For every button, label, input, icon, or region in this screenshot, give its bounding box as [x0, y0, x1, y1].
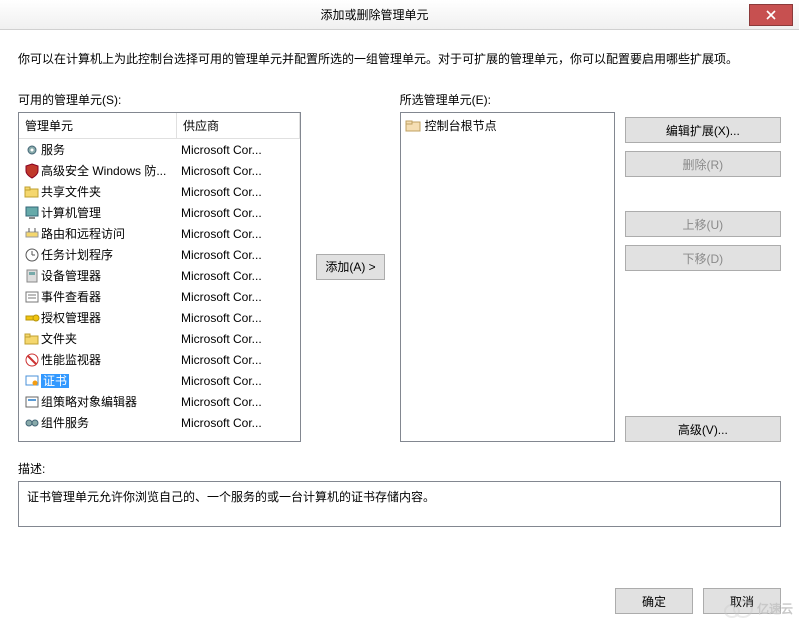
move-down-button: 下移(D)	[625, 245, 781, 271]
cert-icon	[24, 373, 40, 389]
selected-label: 所选管理单元(E):	[400, 91, 615, 108]
snapin-vendor: Microsoft Cor...	[181, 206, 300, 220]
key-icon	[24, 310, 40, 326]
snapin-vendor: Microsoft Cor...	[181, 311, 300, 325]
snapin-row[interactable]: 组件服务 Microsoft Cor...	[19, 412, 300, 433]
add-button[interactable]: 添加(A) >	[316, 254, 384, 280]
cloud-icon	[723, 598, 753, 618]
snapin-row[interactable]: 授权管理器 Microsoft Cor...	[19, 307, 300, 328]
close-button[interactable]	[749, 4, 793, 26]
available-label: 可用的管理单元(S):	[18, 91, 301, 108]
snapin-vendor: Microsoft Cor...	[181, 332, 300, 346]
snapin-name: 组件服务	[41, 416, 89, 430]
snapin-name: 路由和远程访问	[41, 227, 125, 241]
snapin-row[interactable]: 事件查看器 Microsoft Cor...	[19, 286, 300, 307]
folder-icon	[24, 331, 40, 347]
snapin-name: 高级安全 Windows 防...	[41, 164, 166, 178]
snapin-row[interactable]: 设备管理器 Microsoft Cor...	[19, 265, 300, 286]
window-title: 添加或删除管理单元	[0, 6, 749, 23]
available-snapins-list[interactable]: 管理单元 供应商 服务Microsoft Cor...高级安全 Windows …	[18, 112, 301, 442]
snapin-vendor: Microsoft Cor...	[181, 395, 300, 409]
snapin-row[interactable]: 证书 Microsoft Cor...	[19, 370, 300, 391]
snapin-row[interactable]: 服务 Microsoft Cor...	[19, 139, 300, 160]
snapin-name: 计算机管理	[41, 206, 101, 220]
snapin-row[interactable]: 共享文件夹 Microsoft Cor...	[19, 181, 300, 202]
instruction-text: 你可以在计算机上为此控制台选择可用的管理单元并配置所选的一组管理单元。对于可扩展…	[18, 50, 781, 67]
perf-icon	[24, 352, 40, 368]
snapin-name: 服务	[41, 143, 65, 157]
remove-button: 删除(R)	[625, 151, 781, 177]
snapin-name: 证书	[41, 374, 69, 388]
router-icon	[24, 226, 40, 242]
folder-share-icon	[24, 184, 40, 200]
snapin-name: 事件查看器	[41, 290, 101, 304]
advanced-button[interactable]: 高级(V)...	[625, 416, 781, 442]
titlebar: 添加或删除管理单元	[0, 0, 799, 30]
description-text: 证书管理单元允许你浏览自己的、一个服务的或一台计算机的证书存储内容。	[27, 490, 435, 504]
header-name[interactable]: 管理单元	[19, 113, 177, 138]
move-up-button: 上移(U)	[625, 211, 781, 237]
snapin-vendor: Microsoft Cor...	[181, 143, 300, 157]
snapin-vendor: Microsoft Cor...	[181, 290, 300, 304]
snapin-row[interactable]: 性能监视器 Microsoft Cor...	[19, 349, 300, 370]
list-header: 管理单元 供应商	[19, 113, 300, 139]
snapin-vendor: Microsoft Cor...	[181, 227, 300, 241]
snapin-row[interactable]: 路由和远程访问 Microsoft Cor...	[19, 223, 300, 244]
device-icon	[24, 268, 40, 284]
snapin-vendor: Microsoft Cor...	[181, 269, 300, 283]
snapin-row[interactable]: 高级安全 Windows 防... Microsoft Cor...	[19, 160, 300, 181]
computer-icon	[24, 205, 40, 221]
snapin-vendor: Microsoft Cor...	[181, 164, 300, 178]
clock-icon	[24, 247, 40, 263]
snapin-name: 性能监视器	[41, 353, 101, 367]
header-vendor[interactable]: 供应商	[177, 113, 300, 138]
watermark: 亿速云	[723, 598, 793, 618]
tree-root-item[interactable]: 控制台根节点	[405, 117, 610, 134]
gear-icon	[24, 142, 40, 158]
snapin-vendor: Microsoft Cor...	[181, 185, 300, 199]
snapin-row[interactable]: 任务计划程序 Microsoft Cor...	[19, 244, 300, 265]
edit-extensions-button[interactable]: 编辑扩展(X)...	[625, 117, 781, 143]
snapin-name: 共享文件夹	[41, 185, 101, 199]
snapin-name: 设备管理器	[41, 269, 101, 283]
ok-button[interactable]: 确定	[615, 588, 693, 614]
description-box: 证书管理单元允许你浏览自己的、一个服务的或一台计算机的证书存储内容。	[18, 481, 781, 527]
comp-svc-icon	[24, 415, 40, 431]
folder-icon	[405, 118, 421, 134]
snapin-vendor: Microsoft Cor...	[181, 416, 300, 430]
snapin-vendor: Microsoft Cor...	[181, 353, 300, 367]
snapin-vendor: Microsoft Cor...	[181, 248, 300, 262]
snapin-name: 授权管理器	[41, 311, 101, 325]
snapin-vendor: Microsoft Cor...	[181, 374, 300, 388]
gpo-icon	[24, 394, 40, 410]
snapin-name: 任务计划程序	[41, 248, 113, 262]
event-icon	[24, 289, 40, 305]
snapin-name: 文件夹	[41, 332, 77, 346]
snapin-row[interactable]: 组策略对象编辑器 Microsoft Cor...	[19, 391, 300, 412]
close-icon	[766, 10, 776, 20]
tree-root-label: 控制台根节点	[425, 117, 497, 134]
shield-icon	[24, 163, 40, 179]
snapin-name: 组策略对象编辑器	[41, 395, 137, 409]
description-label: 描述:	[18, 460, 781, 477]
selected-snapins-tree[interactable]: 控制台根节点	[400, 112, 615, 442]
snapin-row[interactable]: 文件夹 Microsoft Cor...	[19, 328, 300, 349]
snapin-row[interactable]: 计算机管理 Microsoft Cor...	[19, 202, 300, 223]
